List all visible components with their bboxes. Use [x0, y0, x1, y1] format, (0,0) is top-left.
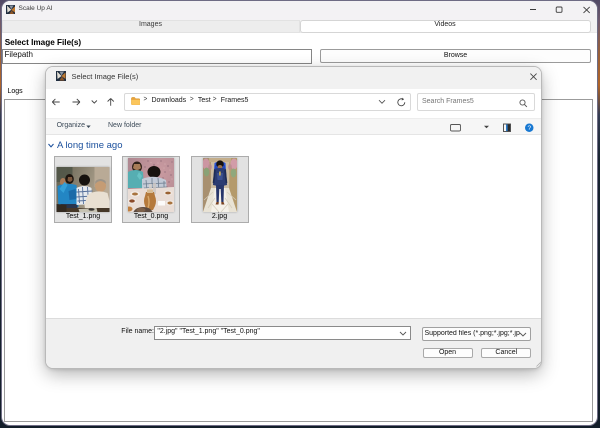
svg-text:?: ? — [527, 125, 531, 132]
